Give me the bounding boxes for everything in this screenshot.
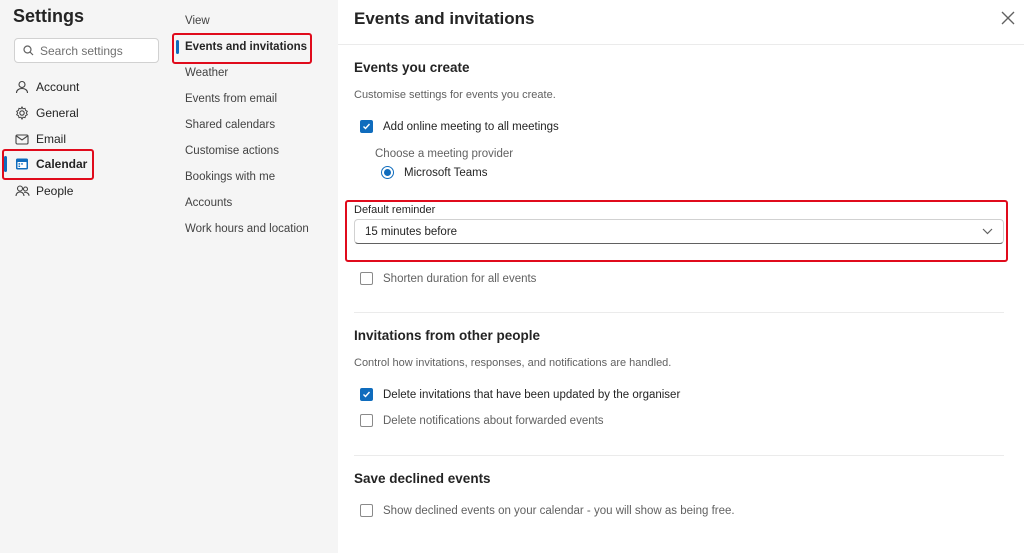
calendar-icon	[14, 156, 30, 172]
default-reminder-dropdown[interactable]: 15 minutes before	[354, 219, 1004, 244]
checkbox-label: Shorten duration for all events	[383, 272, 537, 285]
section-title-save-declined: Save declined events	[354, 471, 491, 486]
subnav-item-view[interactable]: View	[185, 11, 210, 31]
subnav-item-events-and-invitations[interactable]: Events and invitations	[185, 37, 307, 57]
subnav-item-accounts[interactable]: Accounts	[185, 193, 232, 213]
person-icon	[14, 79, 30, 95]
checkbox-checked[interactable]	[360, 388, 373, 401]
checkbox-label: Add online meeting to all meetings	[383, 120, 559, 133]
checkmark-icon	[363, 391, 371, 398]
nav-item-email[interactable]: Email	[14, 129, 66, 149]
subnav-active-indicator	[176, 40, 179, 54]
shorten-duration-checkbox[interactable]: Shorten duration for all events	[360, 272, 536, 285]
checkbox-checked[interactable]	[360, 120, 373, 133]
dropdown-value: 15 minutes before	[365, 225, 458, 238]
section-divider	[354, 312, 1004, 313]
nav-item-people[interactable]: People	[14, 181, 73, 201]
header-divider	[338, 44, 1024, 45]
section-title-invitations: Invitations from other people	[354, 328, 541, 343]
nav-item-label: Email	[36, 132, 67, 146]
subnav-item-customise-actions[interactable]: Customise actions	[185, 141, 279, 161]
section-description: Customise settings for events you create…	[354, 89, 556, 101]
settings-title: Settings	[13, 6, 85, 26]
nav-item-account[interactable]: Account	[14, 77, 79, 97]
checkbox-unchecked[interactable]	[360, 504, 373, 517]
settings-panel: Events and invitations Events you create…	[338, 0, 1024, 553]
subnav-item-weather[interactable]: Weather	[185, 63, 228, 83]
subnav-item-events-from-email[interactable]: Events from email	[185, 89, 277, 109]
nav-item-label: Account	[36, 80, 80, 94]
nav-item-label: People	[36, 184, 74, 198]
search-input[interactable]	[40, 43, 150, 58]
calendar-subnav: View Events and invitations Weather Even…	[170, 0, 338, 553]
nav-item-calendar[interactable]: Calendar	[14, 154, 87, 174]
delete-updated-invitations-checkbox[interactable]: Delete invitations that have been update…	[360, 388, 680, 401]
nav-item-label: Calendar	[36, 157, 88, 171]
settings-nav: Settings Account General Email Calendar …	[0, 0, 170, 553]
nav-item-label: General	[36, 106, 79, 120]
checkbox-label: Show declined events on your calendar - …	[383, 504, 735, 517]
delete-forwarded-notifications-checkbox[interactable]: Delete notifications about forwarded eve…	[360, 414, 604, 427]
close-button[interactable]	[999, 9, 1017, 27]
close-icon	[1001, 11, 1015, 25]
show-declined-events-checkbox[interactable]: Show declined events on your calendar - …	[360, 504, 735, 517]
checkbox-label: Delete invitations that have been update…	[383, 388, 681, 401]
nav-active-indicator	[4, 156, 7, 172]
gear-icon	[14, 105, 30, 121]
checkbox-unchecked[interactable]	[360, 272, 373, 285]
default-reminder-label: Default reminder	[354, 204, 436, 216]
radio-label: Microsoft Teams	[404, 166, 488, 179]
nav-item-general[interactable]: General	[14, 103, 79, 123]
section-divider	[354, 455, 1004, 456]
people-icon	[14, 183, 30, 199]
provider-radio-teams[interactable]: Microsoft Teams	[381, 166, 488, 179]
online-meeting-checkbox[interactable]: Add online meeting to all meetings	[360, 120, 559, 133]
meeting-provider-label: Choose a meeting provider	[375, 148, 514, 160]
checkbox-unchecked[interactable]	[360, 414, 373, 427]
chevron-down-icon	[982, 228, 993, 235]
section-description: Control how invitations, responses, and …	[354, 357, 672, 369]
subnav-item-shared-calendars[interactable]: Shared calendars	[185, 115, 275, 135]
section-title-events-you-create: Events you create	[354, 60, 470, 75]
mail-icon	[14, 131, 30, 147]
checkbox-label: Delete notifications about forwarded eve…	[383, 414, 604, 427]
subnav-item-bookings-with-me[interactable]: Bookings with me	[185, 167, 275, 187]
subnav-item-work-hours-and-location[interactable]: Work hours and location	[185, 219, 309, 239]
checkmark-icon	[363, 123, 371, 130]
panel-title: Events and invitations	[354, 9, 535, 28]
radio-selected[interactable]	[381, 166, 394, 179]
search-box[interactable]	[14, 38, 159, 63]
search-icon	[23, 45, 34, 56]
